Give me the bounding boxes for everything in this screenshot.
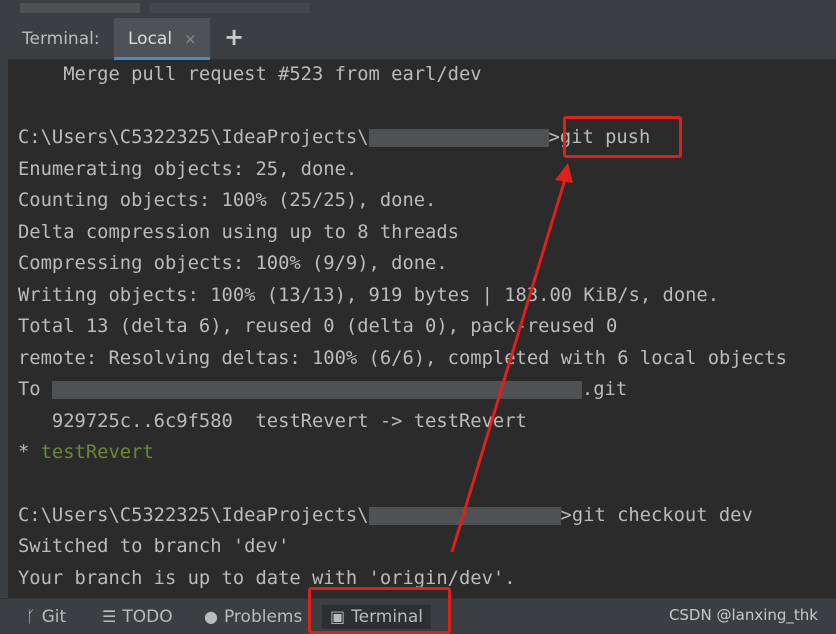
git-tool-button[interactable]: ᚴ Git <box>26 605 66 629</box>
blurred-region <box>368 128 549 147</box>
todo-tool-button[interactable]: ☰ TODO <box>102 605 173 629</box>
to-label: To <box>18 379 52 400</box>
current-branch: testRevert <box>40 442 154 463</box>
to-suffix: .git <box>581 379 628 400</box>
terminal-line: * testRevert <box>18 438 154 468</box>
blurred-region <box>368 506 561 525</box>
terminal-line: C:\Users\C5322325\IdeaProjects\ >git push <box>18 123 650 153</box>
terminal-line: Counting objects: 100% (25/25), done. <box>18 190 437 211</box>
terminal-output[interactable]: Merge pull request #523 from earl/dev C:… <box>18 60 836 598</box>
terminal-line: remote: Resolving deltas: 100% (6/6), co… <box>18 348 787 369</box>
left-gutter <box>0 18 8 598</box>
command-text: >git checkout dev <box>560 505 753 526</box>
terminal-line: Delta compression using up to 8 threads <box>18 222 459 243</box>
branch-star: * <box>18 442 41 463</box>
terminal-line: Compressing objects: 100% (9/9), done. <box>18 253 448 274</box>
info-icon: ● <box>204 607 218 626</box>
terminal-line: Writing objects: 100% (13/13), 919 bytes… <box>18 285 720 306</box>
annotation-box-git-push <box>563 116 682 158</box>
terminal-line: Merge pull request #523 from earl/dev <box>18 64 482 85</box>
watermark: CSDN @lanxing_thk <box>668 606 818 624</box>
list-icon: ☰ <box>102 607 117 626</box>
prompt-path: C:\Users\C5322325\IdeaProjects\ <box>18 505 369 526</box>
annotation-box-terminal <box>308 587 451 634</box>
git-branch-icon: ᚴ <box>26 607 36 626</box>
blurred-region <box>51 380 582 399</box>
terminal-line: Enumerating objects: 25, done. <box>18 159 358 180</box>
tab-local[interactable]: Local × <box>114 18 210 60</box>
prompt-path: C:\Users\C5322325\IdeaProjects\ <box>18 127 369 148</box>
terminal-line: 929725c..6c9f580 testRevert -> testRever… <box>18 411 527 432</box>
terminal-tabbar: Terminal: Local × + <box>8 18 836 60</box>
add-tab-icon[interactable]: + <box>224 23 244 51</box>
terminal-tab-title: Terminal: <box>22 29 100 49</box>
blurred-region <box>20 3 140 13</box>
terminal-line: C:\Users\C5322325\IdeaProjects\ >git chec… <box>18 501 753 531</box>
terminal-line: Switched to branch 'dev' <box>18 536 290 557</box>
terminal-line: To .git <box>18 375 627 405</box>
close-icon[interactable]: × <box>184 30 197 48</box>
terminal-line: Total 13 (delta 6), reused 0 (delta 0), … <box>18 316 618 337</box>
blurred-region <box>150 3 310 13</box>
problems-tool-button[interactable]: ● Problems <box>204 605 302 629</box>
editor-tab-strip <box>0 0 836 18</box>
tab-local-label: Local <box>128 29 173 49</box>
